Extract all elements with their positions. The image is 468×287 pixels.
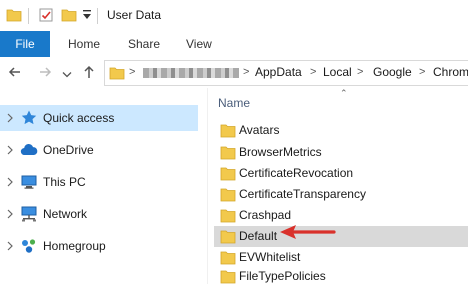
title-bar: User Data: [0, 0, 468, 31]
folder-name: EVWhitelist: [239, 250, 301, 264]
new-folder-icon[interactable]: [61, 7, 77, 26]
folder-icon: [220, 123, 236, 141]
sidebar-item-label: OneDrive: [43, 143, 94, 157]
sidebar-item-this-pc[interactable]: This PC: [0, 169, 198, 195]
folder-name: CertificateRevocation: [239, 166, 354, 180]
expand-arrow-icon[interactable]: [6, 176, 14, 191]
sidebar-item-label: This PC: [43, 175, 86, 189]
breadcrumb-google[interactable]: Google: [373, 65, 412, 79]
properties-icon[interactable]: [38, 7, 54, 26]
breadcrumb-local[interactable]: Local: [323, 65, 352, 79]
column-header-name[interactable]: Name: [218, 96, 250, 110]
sort-ascending-icon: ⌃: [340, 88, 348, 98]
folder-icon: [220, 229, 236, 247]
navigation-pane: Quick access OneDrive This PC Network Ho…: [0, 88, 200, 284]
toolbar-separator: [97, 8, 98, 24]
breadcrumb-separator-icon[interactable]: >: [310, 66, 316, 78]
cloud-icon: [20, 141, 38, 162]
folder-icon: [220, 208, 236, 226]
tab-home[interactable]: Home: [68, 31, 100, 57]
expand-arrow-icon[interactable]: [6, 144, 14, 159]
folder-name: Crashpad: [239, 208, 292, 222]
window-title: User Data: [107, 8, 162, 22]
sidebar-item-label: Network: [43, 207, 88, 221]
annotation-arrow-icon: [276, 222, 338, 245]
sidebar-item-onedrive[interactable]: OneDrive: [0, 137, 198, 163]
tab-view[interactable]: View: [186, 31, 212, 57]
breadcrumb-chrome[interactable]: Chrom: [433, 65, 468, 79]
navigation-bar: > > AppData > Local > Google > Chrom: [0, 57, 468, 88]
homegroup-icon: [20, 237, 38, 258]
list-item-default[interactable]: Default: [214, 226, 468, 247]
expand-arrow-icon[interactable]: [6, 240, 14, 255]
tab-share[interactable]: Share: [128, 31, 160, 57]
list-item[interactable]: CertificateTransparency: [214, 184, 468, 205]
list-item[interactable]: Avatars: [214, 120, 468, 141]
sidebar-item-homegroup[interactable]: Homegroup: [0, 233, 198, 259]
sidebar-item-quick-access[interactable]: Quick access: [0, 105, 198, 131]
computer-icon: [20, 173, 38, 194]
folder-name: BrowserMetrics: [239, 145, 322, 159]
address-bar[interactable]: > > AppData > Local > Google > Chrom: [104, 60, 468, 86]
ribbon-tabs: File Home Share View: [0, 31, 468, 58]
network-icon: [20, 205, 38, 226]
expand-arrow-icon[interactable]: [6, 208, 14, 223]
redacted-path: [143, 68, 239, 78]
folder-name: Default: [239, 229, 278, 243]
sidebar-item-label: Quick access: [43, 111, 115, 125]
folder-name: Avatars: [239, 123, 280, 137]
folder-icon: [6, 7, 22, 26]
list-item[interactable]: Crashpad: [214, 205, 468, 226]
list-item[interactable]: EVWhitelist: [214, 247, 468, 268]
back-icon[interactable]: [6, 63, 24, 81]
breadcrumb-appdata[interactable]: AppData: [255, 65, 302, 79]
breadcrumb-separator-icon[interactable]: >: [357, 66, 363, 78]
breadcrumb-separator-icon[interactable]: >: [419, 66, 425, 78]
sidebar-item-label: Homegroup: [43, 239, 106, 253]
up-icon[interactable]: [80, 63, 98, 81]
list-item[interactable]: CertificateRevocation: [214, 163, 468, 184]
forward-icon[interactable]: [36, 63, 54, 81]
customize-toolbar-icon[interactable]: [82, 8, 92, 25]
folder-name: FileTypePolicies: [239, 269, 326, 283]
folder-icon: [220, 269, 236, 287]
folder-icon: [109, 65, 125, 84]
sidebar-item-network[interactable]: Network: [0, 201, 198, 227]
folder-name: CertificateTransparency: [239, 187, 366, 201]
tab-file[interactable]: File: [0, 31, 50, 57]
breadcrumb-separator-icon[interactable]: >: [129, 66, 135, 78]
expand-arrow-icon[interactable]: [6, 112, 14, 127]
recent-locations-icon[interactable]: [62, 68, 72, 82]
folder-icon: [220, 166, 236, 184]
pane-divider[interactable]: [207, 88, 208, 284]
list-item[interactable]: BrowserMetrics: [214, 142, 468, 163]
folder-icon: [220, 187, 236, 205]
star-icon: [20, 109, 38, 130]
folder-icon: [220, 145, 236, 163]
breadcrumb-separator-icon[interactable]: >: [243, 66, 249, 78]
toolbar-separator: [28, 8, 29, 24]
